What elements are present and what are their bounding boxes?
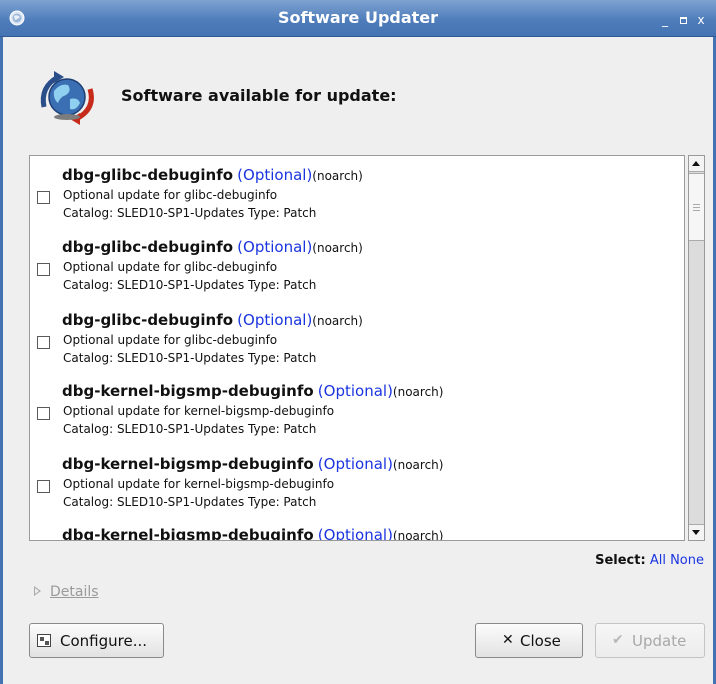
arch-tag: (noarch) (312, 169, 363, 183)
update-catalog: Catalog: SLED10-SP1-Updates Type: Patch (63, 495, 317, 509)
update-checkbox[interactable] (37, 407, 50, 420)
maximize-icon (679, 17, 687, 24)
grip-line (693, 204, 700, 205)
title-bar[interactable]: Software Updater _ x (0, 0, 716, 37)
arch-tag: (noarch) (312, 314, 363, 328)
update-catalog: Catalog: SLED10-SP1-Updates Type: Patch (63, 351, 317, 365)
update-description: Optional update for glibc-debuginfo (63, 260, 278, 274)
select-none-link[interactable]: None (670, 553, 704, 568)
update-title: dbg-kernel-bigsmp-debuginfo (Optional)(n… (62, 526, 444, 541)
arch-tag: (noarch) (392, 385, 444, 399)
update-name: dbg-glibc-debuginfo (62, 238, 234, 256)
arch-tag: (noarch) (392, 458, 444, 472)
update-title: dbg-glibc-debuginfo (Optional)(noarch) (62, 238, 363, 256)
update-title: dbg-kernel-bigsmp-debuginfo (Optional)(n… (62, 455, 443, 473)
update-title: dbg-glibc-debuginfo (Optional)(noarch) (62, 311, 363, 329)
update-description: Optional update for kernel-bigsmp-debugi… (63, 404, 335, 418)
select-all-link[interactable]: All (650, 553, 666, 568)
maximize-button[interactable] (676, 13, 690, 27)
update-name: dbg-kernel-bigsmp-debuginfo (62, 382, 314, 400)
list-scrollbar[interactable] (688, 155, 705, 541)
update-description: Optional update for kernel-bigsmp-debugi… (63, 477, 335, 491)
configure-button[interactable]: Configure... (29, 623, 164, 658)
arch-tag: (noarch) (392, 529, 444, 541)
update-catalog: Catalog: SLED10-SP1-Updates Type: Patch (63, 278, 317, 292)
arch-tag: (noarch) (312, 241, 363, 255)
list-item[interactable]: dbg-kernel-bigsmp-debuginfo (Optional)(n… (30, 455, 680, 525)
minimize-button[interactable]: _ (658, 13, 672, 27)
close-button[interactable]: ✕ Close (475, 623, 583, 658)
update-checkbox[interactable] (37, 191, 50, 204)
optional-tag: (Optional) (237, 311, 313, 329)
list-item[interactable]: dbg-glibc-debuginfo (Optional)(noarch) O… (30, 311, 680, 381)
select-label: Select: (595, 553, 646, 568)
select-row: Select: All None (595, 553, 704, 568)
update-name: dbg-glibc-debuginfo (62, 311, 234, 329)
arrow-down-icon (692, 530, 700, 535)
configure-label: Configure... (60, 632, 148, 650)
checkmark-icon: ✔ (612, 632, 624, 648)
update-catalog: Catalog: SLED10-SP1-Updates Type: Patch (63, 422, 317, 436)
scroll-down-button[interactable] (689, 524, 704, 540)
update-label: Update (632, 632, 687, 650)
update-title: dbg-kernel-bigsmp-debuginfo (Optional)(n… (62, 382, 443, 400)
update-name: dbg-glibc-debuginfo (62, 166, 234, 184)
optional-tag: (Optional) (317, 382, 393, 400)
update-title: dbg-glibc-debuginfo (Optional)(noarch) (62, 166, 363, 184)
expander-arrow-icon (34, 586, 41, 596)
update-description: Optional update for glibc-debuginfo (63, 333, 278, 347)
update-button[interactable]: ✔ Update (595, 623, 705, 658)
update-checkbox[interactable] (37, 480, 50, 493)
scroll-up-button[interactable] (689, 156, 704, 172)
close-window-button[interactable]: x (694, 13, 708, 27)
grip-line (693, 210, 700, 211)
update-catalog: Catalog: SLED10-SP1-Updates Type: Patch (63, 206, 317, 220)
globe-update-icon (40, 71, 94, 125)
list-item[interactable]: dbg-glibc-debuginfo (Optional)(noarch) O… (30, 166, 680, 236)
optional-tag: (Optional) (317, 526, 393, 541)
window-title: Software Updater (277, 8, 439, 27)
grip-line (693, 207, 700, 208)
update-name: dbg-kernel-bigsmp-debuginfo (62, 526, 314, 541)
optional-tag: (Optional) (237, 238, 313, 256)
scroll-thumb[interactable] (689, 173, 704, 241)
update-checkbox[interactable] (37, 263, 50, 276)
close-label: Close (520, 632, 561, 650)
configure-icon (37, 634, 51, 647)
optional-tag: (Optional) (237, 166, 313, 184)
update-description: Optional update for glibc-debuginfo (63, 188, 278, 202)
optional-tag: (Optional) (317, 455, 393, 473)
arrow-up-icon (692, 161, 700, 166)
details-expander[interactable]: Details (34, 584, 99, 600)
list-item[interactable]: dbg-kernel-bigsmp-debuginfo (Optional)(n… (30, 526, 680, 541)
list-item[interactable]: dbg-kernel-bigsmp-debuginfo (Optional)(n… (30, 382, 680, 452)
header-label: Software available for update: (121, 86, 397, 105)
close-x-icon: ✕ (502, 632, 514, 648)
list-item[interactable]: dbg-glibc-debuginfo (Optional)(noarch) O… (30, 238, 680, 308)
update-checkbox[interactable] (37, 336, 50, 349)
update-name: dbg-kernel-bigsmp-debuginfo (62, 455, 314, 473)
details-label: Details (50, 584, 99, 600)
update-list[interactable]: dbg-glibc-debuginfo (Optional)(noarch) O… (29, 155, 685, 541)
